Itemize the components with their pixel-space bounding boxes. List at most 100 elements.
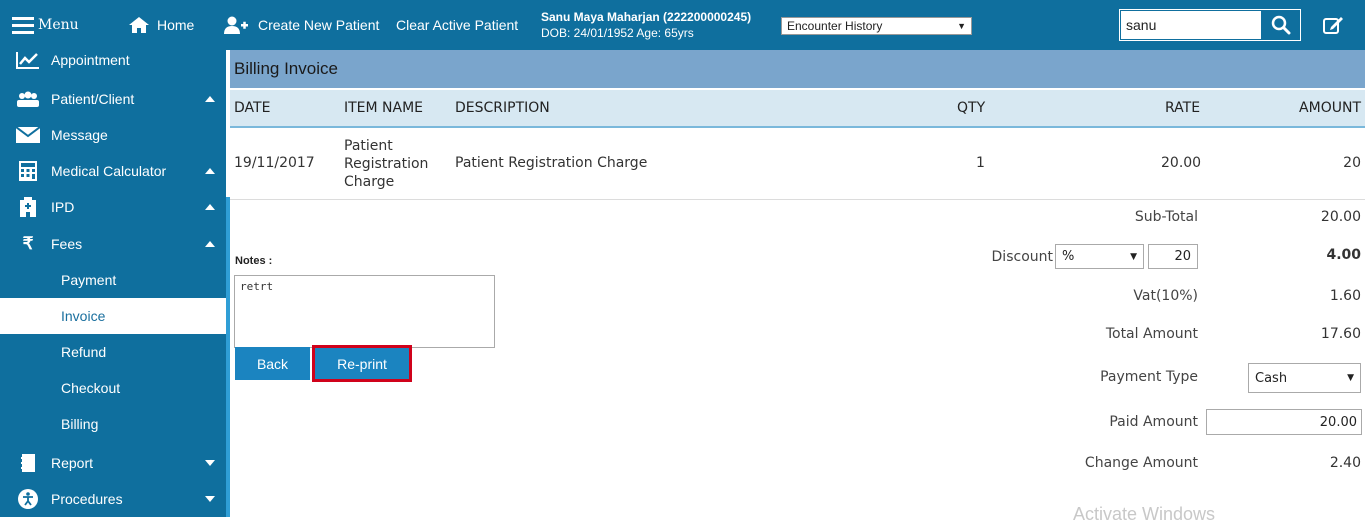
change-amount-value: 2.40 xyxy=(1329,455,1361,471)
change-amount-label: Change Amount xyxy=(1084,455,1198,471)
sidebar-subitem-billing[interactable]: Billing xyxy=(0,406,226,442)
sidebar-item-label: Medical Calculator xyxy=(51,163,167,179)
hospital-icon xyxy=(15,197,41,217)
sidebar-item-patient-client[interactable]: Patient/Client xyxy=(0,81,226,117)
reprint-button[interactable]: Re-print xyxy=(312,345,412,382)
discount-value: 4.00 xyxy=(1326,247,1361,263)
item-name-line: Registration xyxy=(344,156,429,172)
discount-input[interactable]: 20 xyxy=(1148,244,1198,269)
column-header-amount: AMOUNT xyxy=(1299,100,1361,116)
sidebar: Appointment Patient/Client Message Medic… xyxy=(0,50,226,517)
sidebar-item-fees[interactable]: ₹ Fees xyxy=(0,226,226,262)
caret-down-icon xyxy=(205,460,215,466)
sidebar-subitem-payment[interactable]: Payment xyxy=(0,262,226,298)
column-header-item-name: ITEM NAME xyxy=(344,100,424,116)
accessibility-icon xyxy=(15,489,41,509)
patient-name: Sanu Maya Maharjan (222200000245) xyxy=(541,10,752,24)
subitem-label: Refund xyxy=(61,344,107,360)
chevron-down-icon: ▼ xyxy=(957,21,966,31)
sidebar-item-appointment[interactable]: Appointment xyxy=(0,42,226,78)
sidebar-item-label: Message xyxy=(51,127,108,143)
payment-type-label: Payment Type xyxy=(1100,369,1198,385)
chart-line-icon xyxy=(15,50,41,70)
sidebar-item-message[interactable]: Message xyxy=(0,117,226,153)
sidebar-subitem-checkout[interactable]: Checkout xyxy=(0,370,226,406)
search-icon xyxy=(1271,15,1291,35)
encounter-select-value: Encounter History xyxy=(787,19,883,33)
menu-label: Menu xyxy=(38,17,79,33)
chevron-down-icon: ▼ xyxy=(1130,251,1137,262)
users-icon xyxy=(15,89,41,109)
column-header-date: DATE xyxy=(234,100,271,116)
create-new-patient-link[interactable]: Create New Patient xyxy=(224,0,379,50)
discount-label: Discount xyxy=(991,249,1053,265)
paid-amount-input[interactable]: 20.00 xyxy=(1206,409,1362,435)
caret-up-icon xyxy=(205,204,215,210)
subtotal-label: Sub-Total xyxy=(1134,209,1198,225)
cell-rate: 20.00 xyxy=(1161,155,1202,171)
hamburger-icon xyxy=(12,16,34,34)
payment-type-value: Cash xyxy=(1255,370,1288,386)
activate-windows-watermark: Activate Windows xyxy=(1073,504,1216,524)
sidebar-item-procedures[interactable]: Procedures xyxy=(0,481,226,517)
cell-item-name: Patient Registration Charge xyxy=(344,137,428,191)
sidebar-item-label: Patient/Client xyxy=(51,91,135,107)
subtotal-value: 20.00 xyxy=(1320,209,1361,225)
notes-textarea[interactable]: retrt xyxy=(234,275,495,348)
edit-icon xyxy=(1323,17,1343,34)
vat-label: Vat(10%) xyxy=(1133,288,1198,304)
discount-type-select[interactable]: % ▼ xyxy=(1055,244,1144,269)
invoice-table-header: DATE ITEM NAME DESCRIPTION QTY RATE AMOU… xyxy=(230,90,1365,128)
notes-label: Notes : xyxy=(235,255,273,267)
item-name-line: Patient xyxy=(344,138,393,154)
column-header-qty: QTY xyxy=(957,100,986,116)
subitem-label: Payment xyxy=(61,272,117,288)
sidebar-item-label: Appointment xyxy=(51,52,130,68)
envelope-icon xyxy=(15,125,41,145)
sidebar-item-report[interactable]: Report xyxy=(0,445,226,481)
clear-active-patient-link[interactable]: Clear Active Patient xyxy=(396,0,518,50)
caret-up-icon xyxy=(205,241,215,247)
total-amount-label: Total Amount xyxy=(1105,326,1198,342)
clear-patient-label: Clear Active Patient xyxy=(396,17,519,33)
create-patient-label: Create New Patient xyxy=(258,17,380,33)
edit-button[interactable] xyxy=(1322,14,1344,36)
calculator-icon xyxy=(15,161,41,181)
active-patient-info: Sanu Maya Maharjan (222200000245) DOB: 2… xyxy=(541,9,751,41)
back-button[interactable]: Back xyxy=(235,347,310,380)
column-header-description: DESCRIPTION xyxy=(455,100,550,116)
caret-down-icon xyxy=(205,496,215,502)
search-input[interactable] xyxy=(1121,11,1261,39)
sidebar-item-medical-calculator[interactable]: Medical Calculator xyxy=(0,153,226,189)
sidebar-subitem-refund[interactable]: Refund xyxy=(0,334,226,370)
vat-value: 1.60 xyxy=(1329,288,1361,304)
payment-type-select[interactable]: Cash ▼ xyxy=(1248,363,1361,393)
total-amount-value: 17.60 xyxy=(1320,326,1361,342)
caret-up-icon xyxy=(205,96,215,102)
discount-type-value: % xyxy=(1062,249,1075,264)
home-label: Home xyxy=(157,17,195,33)
table-row: 19/11/2017 Patient Registration Charge P… xyxy=(230,128,1365,200)
patient-search xyxy=(1119,9,1301,41)
encounter-history-select[interactable]: Encounter History ▼ xyxy=(781,17,972,35)
sidebar-subitem-invoice[interactable]: Invoice xyxy=(0,298,226,334)
subitem-label: Checkout xyxy=(61,380,121,396)
sidebar-item-label: Fees xyxy=(51,236,83,252)
cell-description: Patient Registration Charge xyxy=(455,155,648,171)
sidebar-item-label: Procedures xyxy=(51,491,123,507)
add-user-icon xyxy=(224,16,248,34)
cell-qty: 1 xyxy=(976,155,985,171)
rupee-icon: ₹ xyxy=(22,234,34,253)
page-title: Billing Invoice xyxy=(230,50,1365,88)
item-name-line: Charge xyxy=(344,174,395,190)
home-icon xyxy=(129,17,149,33)
sidebar-item-ipd[interactable]: IPD xyxy=(0,189,226,225)
search-button[interactable] xyxy=(1262,10,1300,40)
cell-date: 19/11/2017 xyxy=(234,155,315,171)
invoice-panel: Billing Invoice DATE ITEM NAME DESCRIPTI… xyxy=(230,50,1365,517)
caret-up-icon xyxy=(205,168,215,174)
chevron-down-icon: ▼ xyxy=(1347,373,1354,383)
cell-amount: 20 xyxy=(1343,155,1361,171)
notebook-icon xyxy=(15,453,41,473)
patient-dob: DOB: 24/01/1952 Age: 65yrs xyxy=(541,26,694,40)
